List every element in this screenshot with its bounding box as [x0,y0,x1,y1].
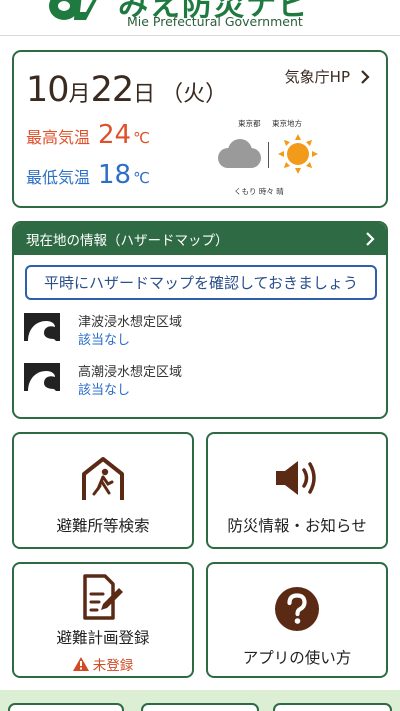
date-weekday: （火） [161,82,228,107]
hazard-item-status: 該当なし [78,333,131,348]
app-subtitle: Mie Prefectural Government [127,14,303,29]
shelter-search-label: 避難所等検索 [56,517,150,535]
high-temp-value: 24 [98,120,132,150]
cloud-icon [218,139,261,168]
evac-plan-status-text: 未登録 [92,658,134,674]
hazard-item-tsunami: 津波浸水想定区域 該当なし [24,311,364,351]
evac-plan-label: 避難計画登録 [56,629,150,647]
how-to-use-button[interactable]: アプリの使い方 [206,562,388,678]
bottom-tab-3[interactable] [273,703,392,711]
high-temp: 最高気温 24 ℃ [26,120,150,150]
hazard-map-check-button[interactable]: 平時にハザードマップを確認しておきましょう [25,265,377,300]
low-temp-unit: ℃ [133,169,150,187]
how-to-use-label: アプリの使い方 [242,649,352,667]
forecast-region-prefecture: 東京都 [238,119,261,128]
low-temp-value: 18 [98,160,132,190]
jma-link-label: 気象庁HP [284,68,350,86]
date-display: 10月22日 （火） [26,70,227,110]
app-header: みえ防災ナビ Mie Prefectural Government [0,0,400,36]
storm-surge-icon [24,363,60,397]
speaker-icon [276,461,316,495]
disaster-info-button[interactable]: 防災情報・お知らせ [206,432,388,549]
forecast-separator [268,142,269,168]
evac-plan-status: 未登録 [14,654,192,674]
edit-document-icon [83,574,123,620]
hazard-header[interactable]: 現在地の情報（ハザードマップ） [14,223,386,255]
date-day: 22 [90,70,135,110]
hazard-header-label: 現在地の情報（ハザードマップ） [26,233,229,249]
hazard-item-name: 高潮浸水想定区域 [78,365,183,380]
hazard-item-status: 該当なし [78,383,131,398]
date-month-unit: 月 [68,82,91,107]
tsunami-icon [24,313,60,347]
shelter-search-button[interactable]: 避難所等検索 [12,432,194,549]
sun-icon [278,134,318,174]
forecast-text: くもり 時々 晴 [234,187,284,196]
hazard-card: 現在地の情報（ハザードマップ） 平時にハザードマップを確認しておきましょう 津波… [12,221,388,419]
hazard-item-storm-surge: 高潮浸水想定区域 該当なし [24,361,364,401]
disaster-info-label: 防災情報・お知らせ [227,517,367,535]
logo-icon [49,0,97,20]
chevron-right-icon [366,232,375,246]
jma-link[interactable]: 気象庁HP [285,66,370,87]
date-month: 10 [26,70,70,110]
hazard-item-name: 津波浸水想定区域 [78,315,183,330]
low-temp-label: 最低気温 [26,168,91,187]
low-temp: 最低気温 18 ℃ [26,160,150,190]
help-icon [275,587,319,631]
shelter-icon [82,457,124,500]
high-temp-label: 最高気温 [26,128,91,147]
forecast-region-area: 東京地方 [272,119,302,128]
warning-icon [72,657,89,671]
chevron-right-icon [361,69,370,84]
date-day-unit: 日 [133,82,156,107]
forecast: 東京都 東京地方 くもり 時々 晴 [210,118,320,198]
bottom-tab-2[interactable] [141,703,259,711]
weather-card: 10月22日 （火） 気象庁HP 最高気温 24 ℃ 最低気温 18 ℃ 東京都 … [12,50,388,208]
bottom-tab-1[interactable] [8,703,124,711]
evac-plan-button[interactable]: 避難計画登録 未登録 [12,562,194,678]
high-temp-unit: ℃ [133,129,150,147]
